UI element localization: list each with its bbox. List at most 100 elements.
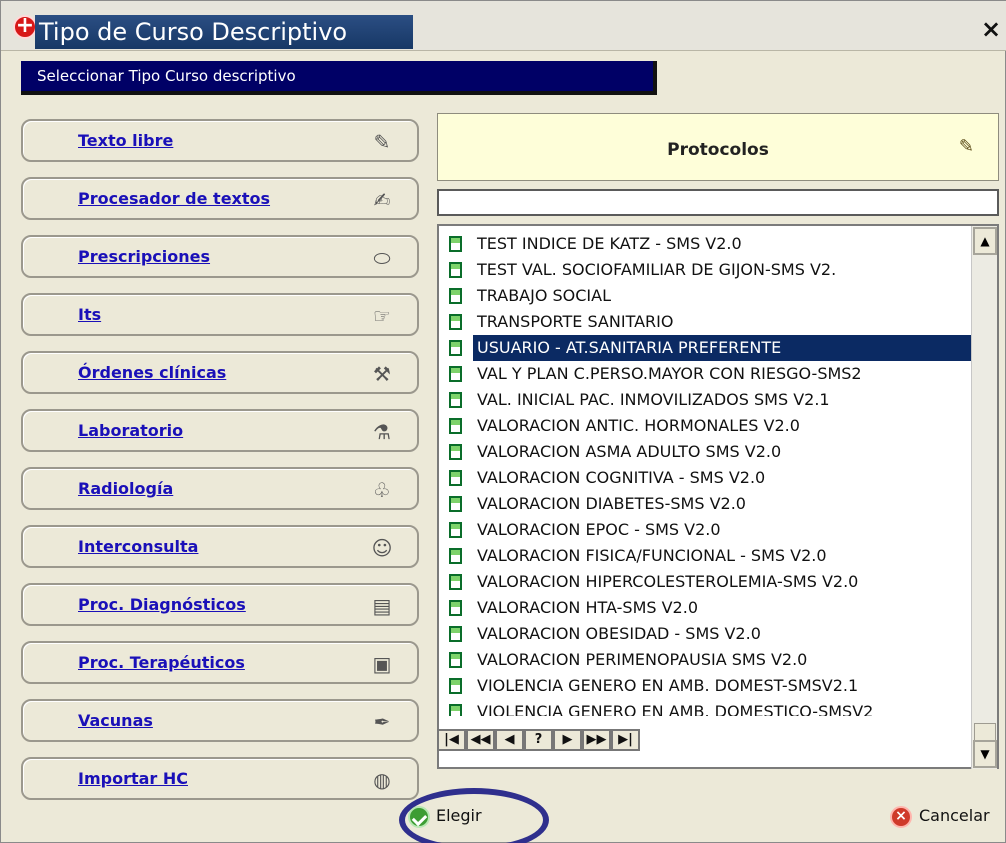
sidebar-item-vacunas[interactable]: Vacunas ✒ — [21, 699, 419, 742]
list-item[interactable]: VALORACION HTA-SMS V2.0 — [439, 595, 971, 621]
list-item-label: USUARIO - AT.SANITARIA PREFERENTE — [477, 338, 782, 357]
sidebar-item-label: Procesador de textos — [78, 189, 271, 208]
protocol-icon — [449, 392, 462, 408]
pill-icon: ⬭ — [373, 246, 391, 270]
scroll-down-button[interactable]: ▼ — [973, 740, 997, 768]
selected-list-item[interactable]: USUARIO - AT.SANITARIA PREFERENTE — [449, 335, 971, 361]
sidebar-item-proc-terapeuticos[interactable]: Proc. Terapéuticos ▣ — [21, 641, 419, 684]
window-title: Tipo de Curso Descriptivo — [39, 18, 348, 46]
sidebar-item-interconsulta[interactable]: Interconsulta ☺ — [21, 525, 419, 568]
first-record-button[interactable]: |◀ — [437, 729, 466, 751]
sidebar-item-label: Vacunas — [78, 711, 153, 730]
list-item[interactable]: TRABAJO SOCIAL — [439, 283, 971, 309]
sidebar-item-label: Laboratorio — [78, 421, 184, 440]
document-edit-icon: ✍ — [373, 188, 391, 212]
last-record-button[interactable]: ▶| — [611, 729, 640, 751]
list-item-label: VALORACION ANTIC. HORMONALES V2.0 — [477, 416, 800, 435]
list-item[interactable]: TEST VAL. SOCIOFAMILIAR DE GIJON-SMS V2. — [439, 257, 971, 283]
list-item[interactable]: VIOLENCIA GENERO EN AMB. DOMEST-SMSV2.1 — [439, 673, 971, 699]
list-item[interactable]: VALORACION PERIMENOPAUSIA SMS V2.0 — [439, 647, 971, 673]
next-record-button[interactable]: ▶ — [553, 729, 582, 751]
protocolos-title: Protocolos — [667, 140, 769, 160]
sidebar-item-label: Proc. Diagnósticos — [78, 595, 246, 614]
protocol-icon — [449, 496, 462, 512]
list-item-label: VIOLENCIA GENERO EN AMB. DOMESTICO-SMSV2 — [477, 702, 874, 716]
list-item[interactable]: TRANSPORTE SANITARIO — [439, 309, 971, 335]
protocol-icon — [449, 626, 462, 642]
protocol-icon — [449, 340, 462, 356]
protocol-icon — [449, 418, 462, 434]
sidebar-item-label: Proc. Terapéuticos — [78, 653, 245, 672]
diagnostic-icon: ▤ — [372, 594, 392, 618]
list-item-label: VALORACION ASMA ADULTO SMS V2.0 — [477, 442, 782, 461]
protocol-list[interactable]: TEST INDICE DE KATZ - SMS V2.0 TEST VAL.… — [439, 226, 971, 716]
list-item-label: TEST VAL. SOCIOFAMILIAR DE GIJON-SMS V2. — [477, 260, 837, 279]
list-item[interactable]: VALORACION DIABETES-SMS V2.0 — [439, 491, 971, 517]
list-item[interactable]: VIOLENCIA GENERO EN AMB. DOMESTICO-SMSV2 — [439, 699, 971, 716]
list-item[interactable]: VALORACION FISICA/FUNCIONAL - SMS V2.0 — [439, 543, 971, 569]
lungs-icon: ♧ — [373, 478, 391, 502]
previous-page-button[interactable]: ◀◀ — [466, 729, 495, 751]
sidebar-item-ordenes[interactable]: Órdenes clínicas ⚒ — [21, 351, 419, 394]
sidebar-item-label: Órdenes clínicas — [78, 363, 227, 382]
people-icon: ☺ — [371, 536, 393, 560]
list-item-label: TRABAJO SOCIAL — [477, 286, 612, 305]
check-icon — [408, 806, 430, 828]
protocol-icon — [449, 262, 462, 278]
dialog-actions: Elegir × Cancelar — [1, 776, 1006, 843]
sidebar-item-proc-diagnosticos[interactable]: Proc. Diagnósticos ▤ — [21, 583, 419, 626]
list-item-label: VALORACION FISICA/FUNCIONAL - SMS V2.0 — [477, 546, 827, 565]
sidebar-item-label: Its — [78, 305, 102, 324]
protocol-icon — [449, 574, 462, 590]
list-item-label: VALORACION DIABETES-SMS V2.0 — [477, 494, 746, 513]
sidebar-item-label: Interconsulta — [78, 537, 199, 556]
syringe-icon: ✒ — [373, 710, 391, 734]
protocol-icon — [449, 548, 462, 564]
list-item[interactable]: VALORACION HIPERCOLESTEROLEMIA-SMS V2.0 — [439, 569, 971, 595]
list-item[interactable]: VALORACION COGNITIVA - SMS V2.0 — [439, 465, 971, 491]
elegir-button[interactable]: Elegir — [436, 806, 482, 825]
close-button[interactable]: × — [979, 17, 1003, 41]
record-navigation-bar: |◀ ◀◀ ◀ ? ▶ ▶▶ ▶| — [437, 729, 673, 751]
sidebar-item-label: Radiología — [78, 479, 174, 498]
sidebar-item-texto-libre[interactable]: Texto libre ✎ — [21, 119, 419, 162]
list-item[interactable]: VAL Y PLAN C.PERSO.MAYOR CON RIESGO-SMS2 — [439, 361, 971, 387]
sidebar-item-label: Prescripciones — [78, 247, 211, 266]
protocolos-header: Protocolos ✎ — [437, 113, 999, 181]
lab-icon: ⚗ — [373, 420, 391, 444]
list-item[interactable]: VALORACION ASMA ADULTO SMS V2.0 — [439, 439, 971, 465]
list-item[interactable]: VALORACION OBESIDAD - SMS V2.0 — [439, 621, 971, 647]
previous-record-button[interactable]: ◀ — [495, 729, 524, 751]
protocol-icon — [449, 444, 462, 460]
protocol-icon — [449, 652, 462, 668]
dialog-window: + Tipo de Curso Descriptivo × Selecciona… — [0, 0, 1006, 843]
scroll-up-button[interactable]: ▲ — [973, 227, 997, 255]
protocol-icon — [449, 704, 462, 716]
protocol-icon — [449, 236, 462, 252]
protocol-icon — [449, 366, 462, 382]
list-item[interactable]: TEST INDICE DE KATZ - SMS V2.0 — [439, 231, 971, 257]
protocol-icon — [449, 678, 462, 694]
protocol-list-box[interactable]: TEST INDICE DE KATZ - SMS V2.0 TEST VAL.… — [437, 224, 999, 769]
sidebar-item-prescripciones[interactable]: Prescripciones ⬭ — [21, 235, 419, 278]
next-page-button[interactable]: ▶▶ — [582, 729, 611, 751]
list-item-label: VALORACION OBESIDAD - SMS V2.0 — [477, 624, 761, 643]
list-scrollbar[interactable]: ▲ ▼ — [971, 226, 997, 769]
sidebar-item-procesador[interactable]: Procesador de textos ✍ — [21, 177, 419, 220]
list-item-label: VALORACION COGNITIVA - SMS V2.0 — [477, 468, 766, 487]
sidebar-item-laboratorio[interactable]: Laboratorio ⚗ — [21, 409, 419, 452]
protocol-search-input[interactable] — [437, 189, 999, 216]
help-button[interactable]: ? — [524, 729, 553, 751]
list-item-label: VAL Y PLAN C.PERSO.MAYOR CON RIESGO-SMS2 — [477, 364, 862, 383]
list-item[interactable]: VAL. INICIAL PAC. INMOVILIZADOS SMS V2.1 — [439, 387, 971, 413]
therapy-icon: ▣ — [372, 652, 392, 676]
sidebar-item-radiologia[interactable]: Radiología ♧ — [21, 467, 419, 510]
section-subtitle: Seleccionar Tipo Curso descriptivo — [21, 61, 657, 95]
list-item[interactable]: VALORACION EPOC - SMS V2.0 — [439, 517, 971, 543]
protocol-icon — [449, 600, 462, 616]
cancelar-button[interactable]: Cancelar — [919, 806, 990, 825]
sidebar-item-its[interactable]: Its ☞ — [21, 293, 419, 336]
sidebar: Texto libre ✎ Procesador de textos ✍ Pre… — [21, 119, 419, 800]
list-item-label: VALORACION HTA-SMS V2.0 — [477, 598, 698, 617]
list-item[interactable]: VALORACION ANTIC. HORMONALES V2.0 — [439, 413, 971, 439]
